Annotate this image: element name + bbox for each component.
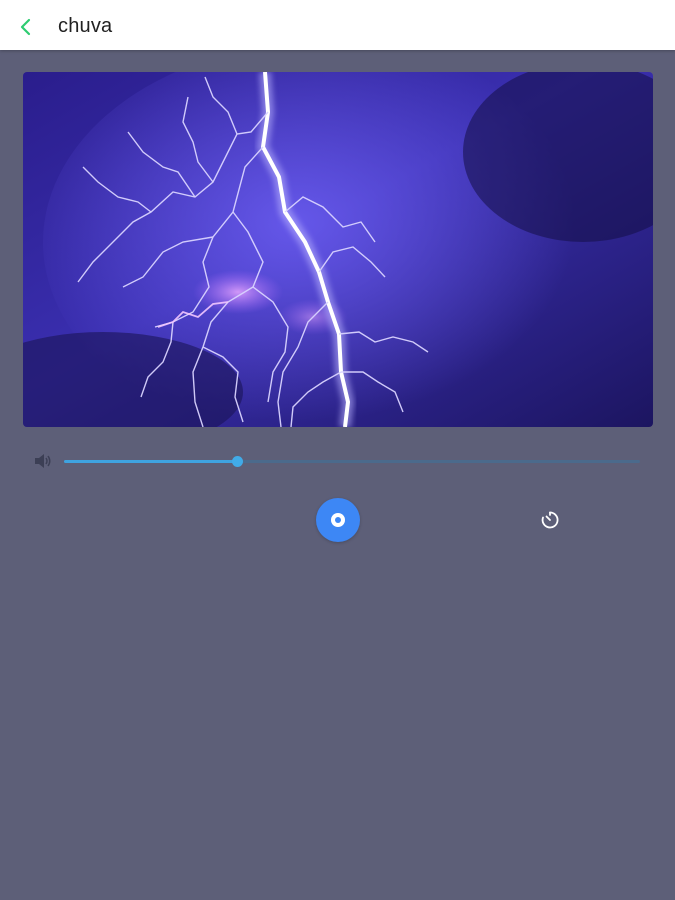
play-circle-icon	[331, 513, 345, 527]
volume-icon[interactable]	[34, 453, 52, 469]
app-bar: chuva	[0, 0, 675, 50]
play-button[interactable]	[316, 498, 360, 542]
volume-slider-fill	[64, 460, 237, 463]
volume-slider[interactable]	[64, 456, 640, 467]
page-title: chuva	[58, 15, 113, 37]
timer-icon	[541, 511, 559, 529]
timer-button[interactable]	[538, 508, 562, 532]
chevron-left-icon	[20, 18, 31, 36]
volume-slider-thumb[interactable]	[231, 456, 243, 467]
lightning-storm-image	[23, 72, 653, 427]
volume-control	[34, 450, 644, 472]
back-button[interactable]	[12, 13, 40, 41]
